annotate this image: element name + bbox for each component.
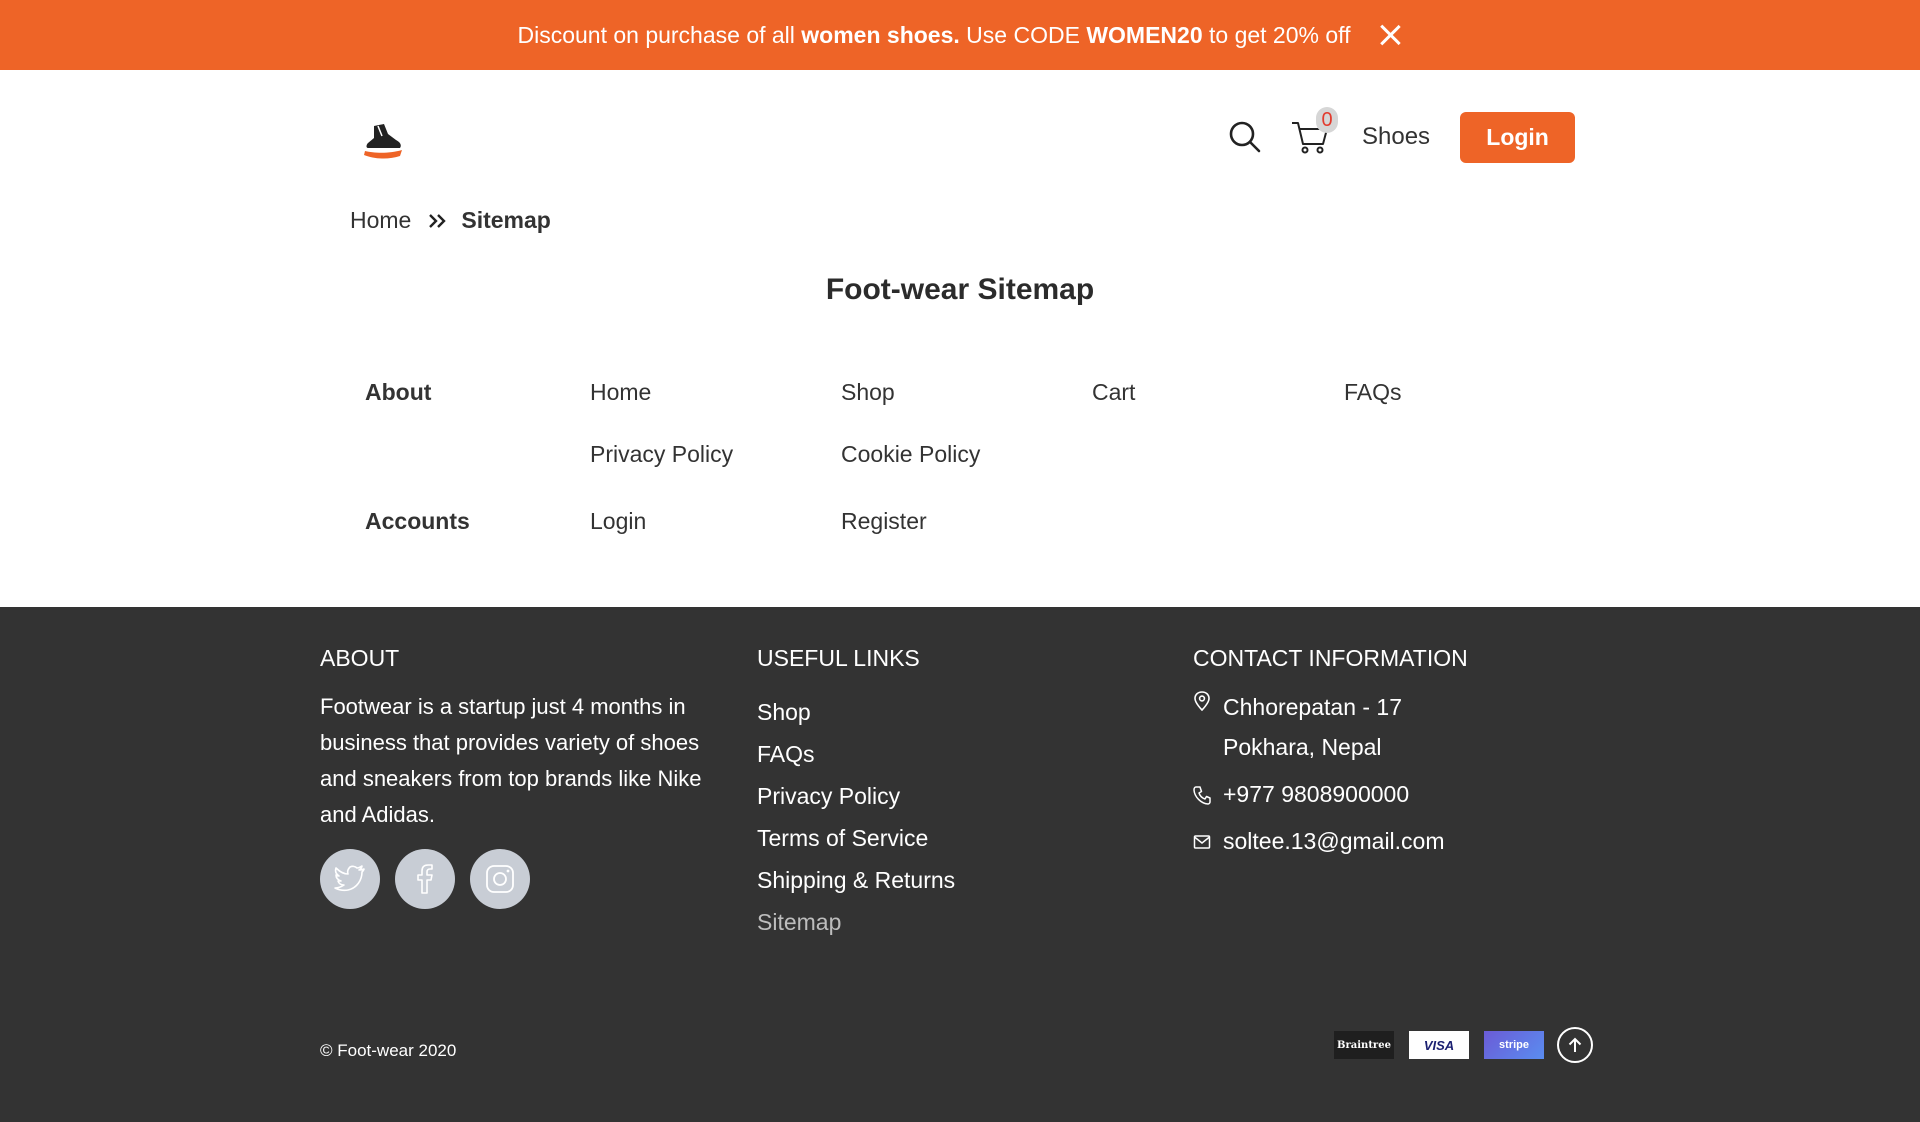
close-icon[interactable]: [1377, 22, 1403, 48]
footer-contact-section: CONTACT INFORMATION Chhorepatan - 17 Pok…: [1193, 645, 1593, 855]
contact-address: Chhorepatan - 17 Pokhara, Nepal: [1193, 687, 1593, 767]
location-pin-icon: [1194, 691, 1210, 711]
cart-button[interactable]: 0: [1290, 107, 1338, 157]
breadcrumb: Home Sitemap: [350, 207, 551, 234]
footer-link-shop[interactable]: Shop: [757, 691, 1117, 733]
page-title: Foot-wear Sitemap: [825, 273, 1095, 306]
footer-about-title: ABOUT: [320, 645, 400, 671]
footer-links-title: USEFUL LINKS: [757, 645, 920, 671]
shoe-logo-icon: [364, 124, 402, 159]
breadcrumb-home[interactable]: Home: [350, 207, 411, 234]
instagram-button[interactable]: [470, 849, 530, 909]
facebook-icon: [417, 864, 433, 894]
social-links: [320, 849, 740, 909]
contact-phone-number[interactable]: +977 9808900000: [1223, 781, 1409, 808]
twitter-button[interactable]: [320, 849, 380, 909]
breadcrumb-current: Sitemap: [461, 207, 551, 233]
footer-about-section: ABOUT Footwear is a startup just 4 month…: [320, 645, 740, 909]
sitemap-link-cookie-policy[interactable]: Cookie Policy: [841, 441, 980, 468]
footer-link-faqs[interactable]: FAQs: [757, 733, 1117, 775]
logo[interactable]: [360, 118, 408, 166]
twitter-icon: [334, 865, 365, 892]
announcement-bar: Discount on purchase of all women shoes.…: [0, 0, 1920, 70]
sitemap-link-privacy-policy[interactable]: Privacy Policy: [590, 441, 733, 468]
search-icon[interactable]: [1228, 120, 1262, 154]
contact-phone: +977 9808900000: [1193, 781, 1593, 808]
stripe-logo: stripe: [1484, 1031, 1544, 1059]
footer-links-section: USEFUL LINKS Shop FAQs Privacy Policy Te…: [757, 645, 1117, 943]
site-footer: ABOUT Footwear is a startup just 4 month…: [0, 607, 1920, 1122]
payment-methods: Braintree VISA stripe: [1334, 1027, 1593, 1063]
sitemap-link-home[interactable]: Home: [590, 379, 651, 406]
footer-links-list: Shop FAQs Privacy Policy Terms of Servic…: [757, 691, 1117, 943]
login-button[interactable]: Login: [1460, 111, 1576, 163]
sitemap-heading-accounts: Accounts: [365, 508, 470, 534]
header-actions: 0 Shoes Login: [1228, 107, 1576, 163]
scroll-to-top-button[interactable]: [1557, 1027, 1593, 1063]
sitemap-link-cart[interactable]: Cart: [1092, 379, 1135, 406]
footer-about-text: Footwear is a startup just 4 months in b…: [320, 694, 702, 827]
arrow-up-icon: [1568, 1037, 1582, 1052]
contact-address-line1: Chhorepatan - 17: [1223, 694, 1403, 720]
footer-link-privacy-policy[interactable]: Privacy Policy: [757, 775, 1117, 817]
sitemap-link-shop[interactable]: Shop: [841, 379, 895, 406]
sitemap-link-login[interactable]: Login: [590, 508, 646, 535]
sitemap-link-register[interactable]: Register: [841, 508, 927, 535]
mail-icon: [1193, 835, 1211, 849]
announcement-highlight: women shoes.: [801, 21, 960, 48]
footer-link-sitemap[interactable]: Sitemap: [757, 901, 1117, 943]
contact-address-line2: Pokhara, Nepal: [1223, 734, 1382, 760]
cart-count-badge: 0: [1316, 107, 1338, 133]
footer-contact-title: CONTACT INFORMATION: [1193, 645, 1468, 671]
contact-email: soltee.13@gmail.com: [1193, 828, 1593, 855]
announcement-text: Discount on purchase of all women shoes.…: [517, 22, 1350, 49]
visa-logo: VISA: [1409, 1031, 1469, 1059]
sitemap-link-faqs[interactable]: FAQs: [1344, 379, 1402, 406]
braintree-logo: Braintree: [1334, 1031, 1394, 1059]
contact-email-address[interactable]: soltee.13@gmail.com: [1223, 828, 1445, 855]
copyright-text: © Foot-wear 2020: [320, 1041, 457, 1060]
double-chevron-right-icon: [429, 213, 447, 228]
site-header: 0 Shoes Login: [0, 70, 1920, 210]
promo-code: WOMEN20: [1086, 21, 1203, 48]
announcement-text-part: to get 20% off: [1202, 21, 1351, 48]
phone-icon: [1193, 786, 1211, 805]
facebook-button[interactable]: [395, 849, 455, 909]
announcement-text-part: Use CODE: [959, 21, 1087, 48]
footer-link-terms-of-service[interactable]: Terms of Service: [757, 817, 1117, 859]
instagram-icon: [486, 865, 514, 893]
footer-link-shipping-returns[interactable]: Shipping & Returns: [757, 859, 1117, 901]
sitemap-heading-about: About: [365, 379, 432, 405]
announcement-text-part: Discount on purchase of all: [517, 21, 802, 48]
nav-shoes-link[interactable]: Shoes: [1362, 123, 1430, 151]
